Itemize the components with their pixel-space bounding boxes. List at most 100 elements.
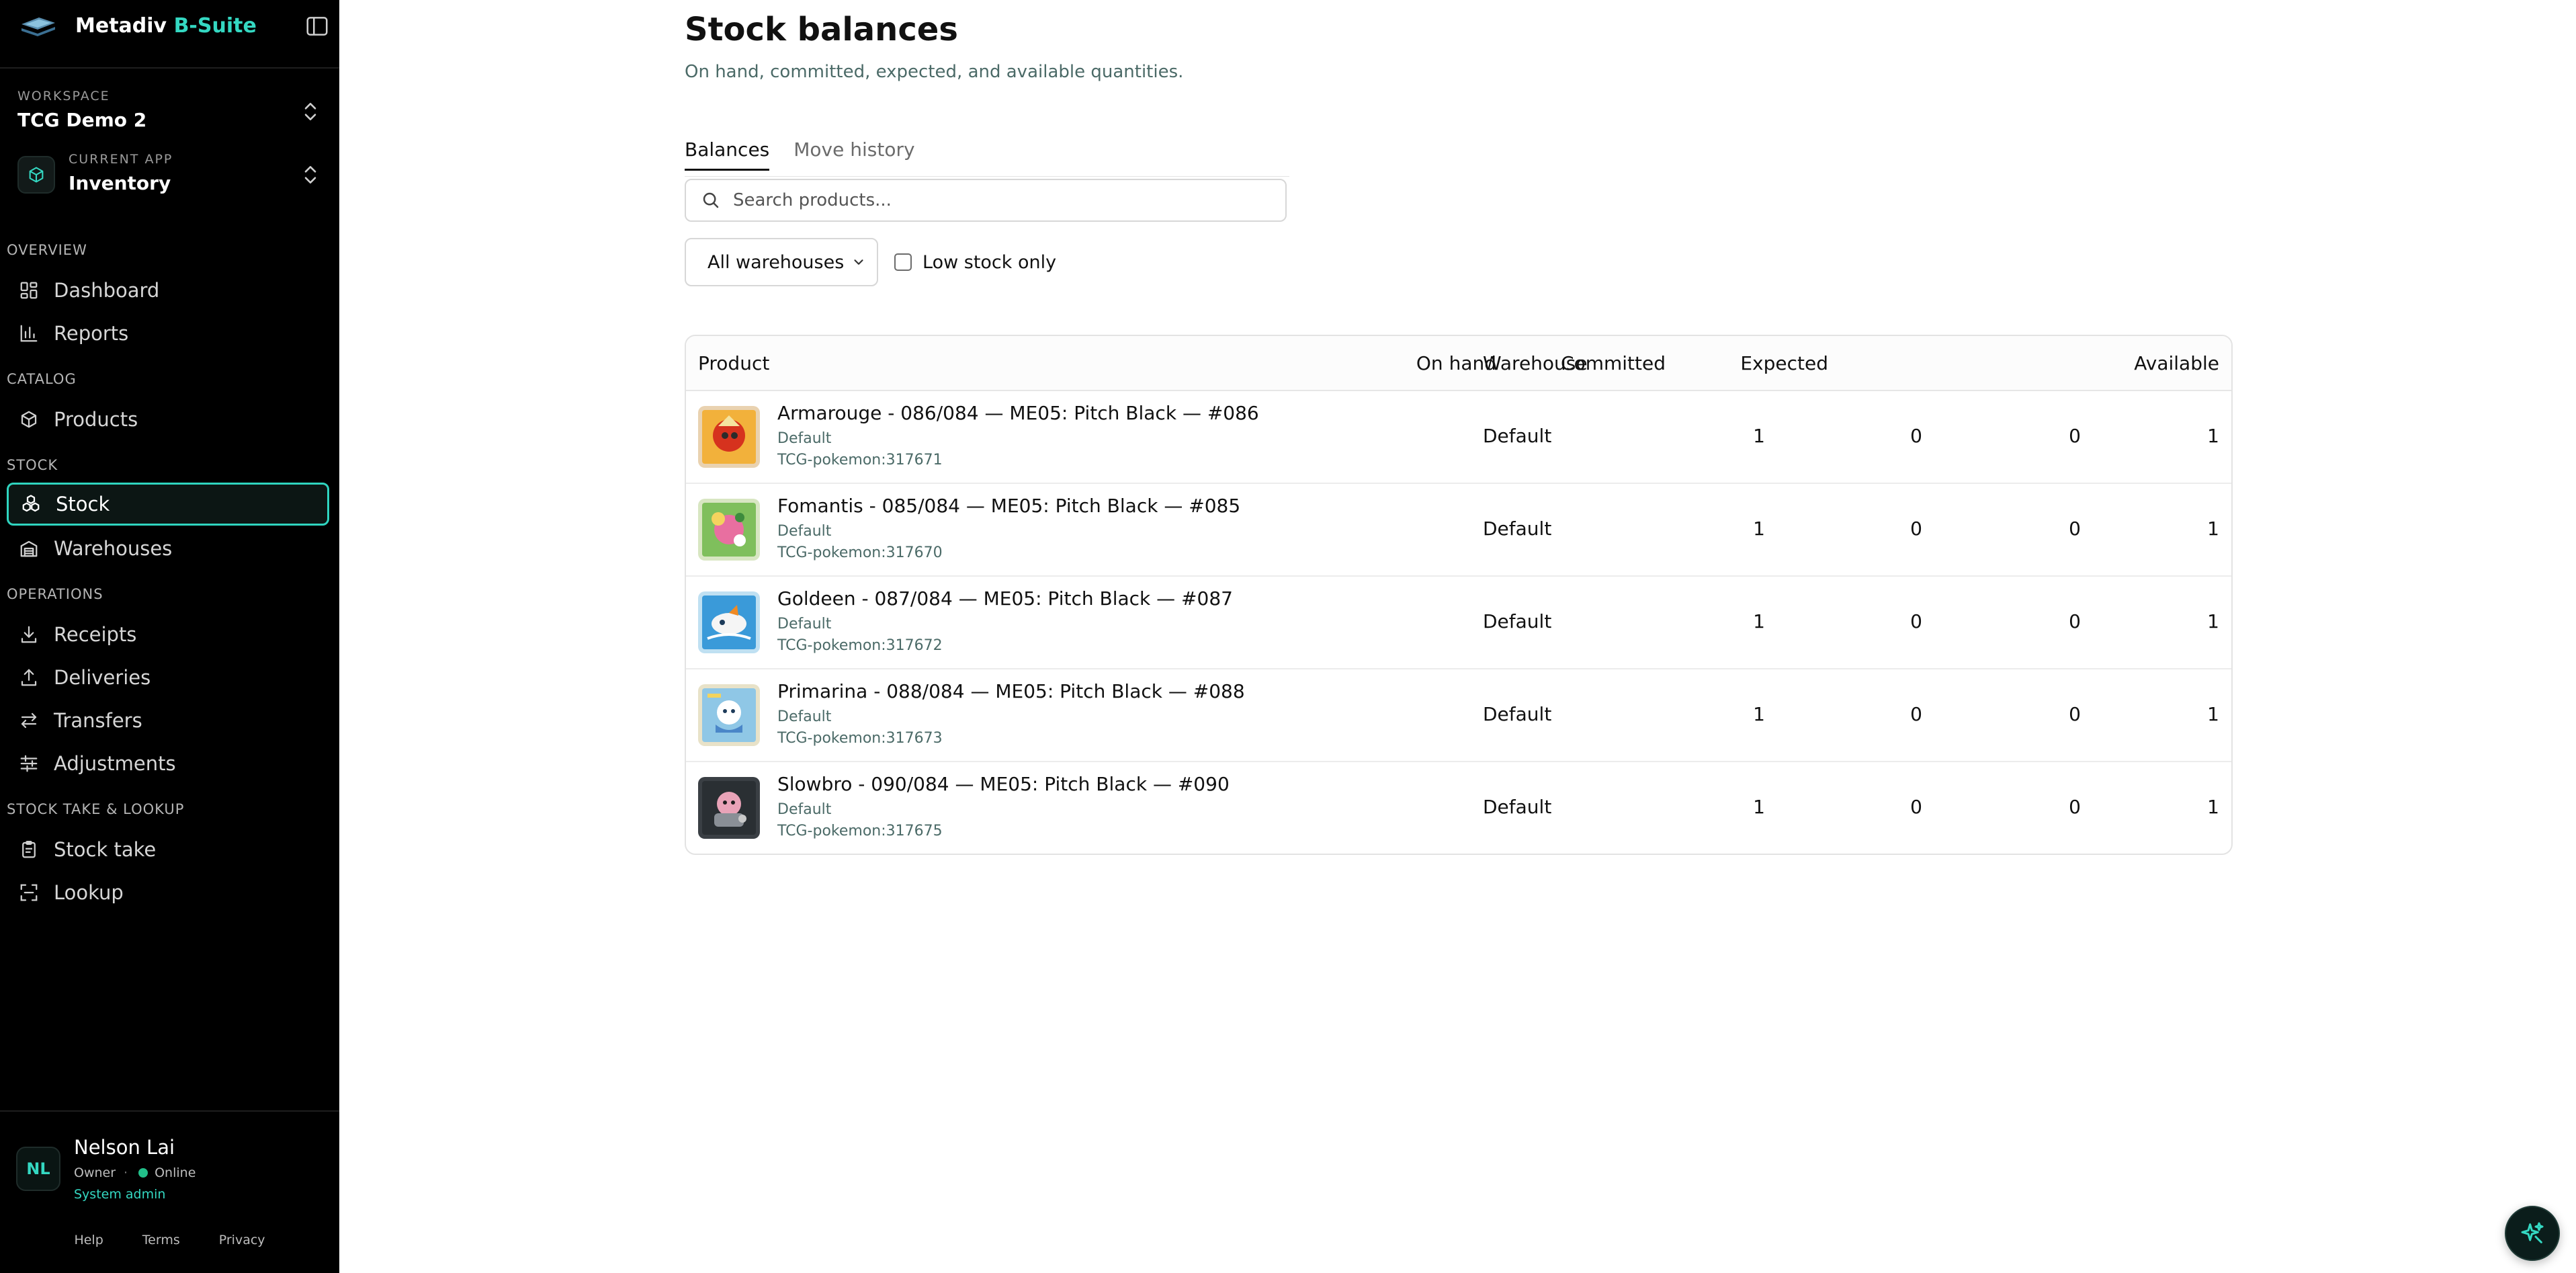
table-row[interactable]: Fomantis - 085/084 — ME05: Pitch Black —… <box>686 484 2231 577</box>
warehouse-cell: Default <box>1483 518 1552 540</box>
table-row[interactable]: Slowbro - 090/084 — ME05: Pitch Black — … <box>686 762 2231 854</box>
committed-value: 0 <box>1910 703 1922 725</box>
sidebar-item-warehouses[interactable]: Warehouses <box>7 527 329 570</box>
app-tile <box>17 156 55 194</box>
on-hand-value: 1 <box>1753 425 1765 447</box>
help-link[interactable]: Help <box>74 1233 103 1247</box>
divider <box>0 67 339 69</box>
product-name[interactable]: Armarouge - 086/084 — ME05: Pitch Black … <box>777 402 1259 424</box>
privacy-link[interactable]: Privacy <box>219 1233 265 1247</box>
sidebar-item-adjustments[interactable]: Adjustments <box>7 742 329 785</box>
warehouse-select[interactable]: All warehouses <box>685 238 878 286</box>
expected-value: 0 <box>2069 425 2081 447</box>
app-switcher[interactable]: Current app Inventory <box>17 152 320 199</box>
sidebar-item-products[interactable]: Products <box>7 398 329 441</box>
expected-value: 0 <box>2069 610 2081 632</box>
sidebar-item-label: Adjustments <box>54 752 176 775</box>
committed-value: 0 <box>1910 610 1922 632</box>
expected-value: 0 <box>2069 518 2081 540</box>
committed-value: 0 <box>1910 796 1922 818</box>
column-header-product[interactable]: Product <box>698 352 769 374</box>
sidebar-item-stock[interactable]: Stock <box>7 483 329 526</box>
sidebar-item-label: Products <box>54 408 138 431</box>
on-hand-value: 1 <box>1753 610 1765 632</box>
on-hand-value: 1 <box>1753 796 1765 818</box>
user-meta: Owner · Online <box>74 1165 196 1180</box>
section-label-overview: Overview <box>7 242 87 258</box>
product-variant: Default <box>777 616 832 632</box>
sidebar-item-label: Lookup <box>54 881 124 904</box>
user-profile[interactable]: NL Nelson Lai Owner · Online System admi… <box>16 1135 325 1208</box>
brand-name: Metadiv B-Suite <box>75 14 257 38</box>
product-thumbnail <box>698 591 760 653</box>
available-value: 1 <box>2207 518 2219 540</box>
committed-value: 0 <box>1910 425 1922 447</box>
sidebar-item-label: Deliveries <box>54 666 151 689</box>
product-sku: TCG-pokemon:317670 <box>777 544 943 561</box>
section-label-stock: Stock <box>7 457 58 473</box>
product-name[interactable]: Slowbro - 090/084 — ME05: Pitch Black — … <box>777 773 1230 795</box>
tab-move-history[interactable]: Move history <box>793 138 914 171</box>
available-value: 1 <box>2207 796 2219 818</box>
sidebar-item-dashboard[interactable]: Dashboard <box>7 269 329 312</box>
low-stock-toggle[interactable]: Low stock only <box>894 252 1056 273</box>
cube-icon <box>27 165 46 184</box>
column-header-on-hand[interactable]: On hand <box>1416 352 1496 374</box>
sparkles-icon <box>2519 1220 2546 1247</box>
warehouse-cell: Default <box>1483 703 1552 725</box>
low-stock-checkbox[interactable] <box>894 253 912 271</box>
brand[interactable]: Metadiv B-Suite <box>19 0 321 51</box>
expected-value: 0 <box>2069 796 2081 818</box>
product-thumbnail <box>698 684 760 746</box>
sidebar-toggle-icon[interactable] <box>304 13 330 39</box>
system-admin-badge: System admin <box>74 1187 166 1202</box>
sidebar: Metadiv B-Suite Workspace TCG Demo 2 Cur… <box>0 0 339 1273</box>
footer-links: Help Terms Privacy <box>0 1233 339 1247</box>
search-icon <box>701 190 721 210</box>
table-header: Product Warehouse On hand Committed Expe… <box>686 336 2231 391</box>
bar-chart-icon <box>17 322 40 345</box>
available-value: 1 <box>2207 610 2219 632</box>
product-thumbnail <box>698 406 760 468</box>
tabs: Balances Move history <box>685 138 915 171</box>
sidebar-item-lookup[interactable]: Lookup <box>7 871 329 914</box>
product-name[interactable]: Fomantis - 085/084 — ME05: Pitch Black —… <box>777 495 1240 517</box>
low-stock-label: Low stock only <box>922 251 1057 273</box>
app-name: Inventory <box>69 172 171 194</box>
column-header-available[interactable]: Available <box>2134 352 2219 374</box>
product-name[interactable]: Goldeen - 087/084 — ME05: Pitch Black — … <box>777 587 1233 610</box>
chevron-down-icon <box>851 255 866 270</box>
sidebar-item-label: Receipts <box>54 623 137 646</box>
sidebar-item-transfers[interactable]: Transfers <box>7 699 329 742</box>
product-name[interactable]: Primarina - 088/084 — ME05: Pitch Black … <box>777 680 1245 702</box>
committed-value: 0 <box>1910 518 1922 540</box>
user-role: Owner <box>74 1165 116 1180</box>
tab-balances[interactable]: Balances <box>685 138 770 171</box>
brand-suffix: B-Suite <box>173 13 257 38</box>
sidebar-item-deliveries[interactable]: Deliveries <box>7 656 329 699</box>
sidebar-item-receipts[interactable]: Receipts <box>7 613 329 656</box>
filters: All warehouses Low stock only <box>685 238 1056 286</box>
sidebar-item-reports[interactable]: Reports <box>7 312 329 355</box>
sidebar-item-label: Stock take <box>54 838 157 861</box>
warehouse-select-value: All warehouses <box>707 251 845 273</box>
user-name: Nelson Lai <box>74 1136 175 1159</box>
workspace-switcher[interactable]: Workspace TCG Demo 2 <box>17 89 320 133</box>
search-input[interactable] <box>733 190 1271 210</box>
sidebar-item-label: Transfers <box>54 709 142 732</box>
ai-assistant-button[interactable] <box>2505 1206 2560 1261</box>
table-row[interactable]: Goldeen - 087/084 — ME05: Pitch Black — … <box>686 577 2231 669</box>
terms-link[interactable]: Terms <box>142 1233 180 1247</box>
avatar: NL <box>16 1147 60 1191</box>
column-header-expected[interactable]: Expected <box>1740 352 1828 374</box>
scan-icon <box>17 881 40 904</box>
search-box[interactable] <box>685 179 1287 222</box>
chevrons-up-down-icon <box>301 98 320 125</box>
table-row[interactable]: Primarina - 088/084 — ME05: Pitch Black … <box>686 669 2231 762</box>
dashboard-icon <box>17 279 40 302</box>
column-header-committed[interactable]: Committed <box>1561 352 1666 374</box>
sidebar-item-stock-take[interactable]: Stock take <box>7 828 329 871</box>
table-row[interactable]: Armarouge - 086/084 — ME05: Pitch Black … <box>686 391 2231 484</box>
app-caption: Current app <box>69 152 173 167</box>
sliders-icon <box>17 752 40 775</box>
